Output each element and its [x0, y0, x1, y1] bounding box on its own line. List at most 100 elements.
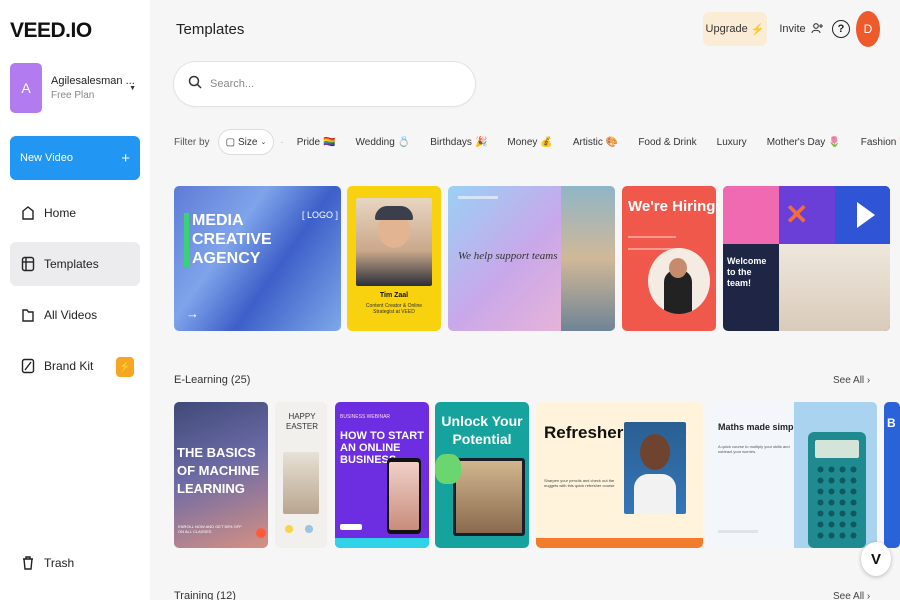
template-text: We help support teams: [458, 250, 558, 262]
sidebar-item-all-videos[interactable]: All Videos: [10, 293, 140, 337]
template-photo: [561, 186, 615, 331]
chip-label: Food & Drink: [638, 136, 697, 148]
chip-label: Luxury: [716, 136, 747, 148]
template-photo: [779, 244, 890, 331]
sidebar-item-label: All Videos: [44, 308, 98, 322]
sidebar-item-label: Brand Kit: [44, 359, 94, 373]
template-title: B: [887, 416, 896, 430]
filter-chip-luxury[interactable]: Luxury: [710, 129, 754, 155]
see-all-label: See All: [833, 375, 865, 386]
search-input[interactable]: [210, 78, 450, 90]
template-title: Unlock Your Potential: [441, 413, 523, 447]
filter-chip-artistic[interactable]: Artistic 🎨: [566, 129, 625, 155]
calculator-image: [808, 432, 866, 548]
color-strip: [536, 538, 703, 548]
person-photo: [648, 248, 710, 314]
size-icon: ▢: [225, 136, 236, 148]
filter-chip-money[interactable]: Money 💰: [500, 129, 559, 155]
laptop-mockup: [453, 458, 525, 536]
workspace-plan: Free Plan: [51, 90, 95, 101]
see-all-training-link[interactable]: See All ›: [833, 591, 870, 600]
template-card-easter[interactable]: HAPPY EASTER: [275, 402, 327, 548]
rainbow-flag-icon: 🏳️‍🌈: [323, 136, 336, 148]
template-card-person-intro[interactable]: Tim Zaal Content Creator & Online Strate…: [347, 186, 441, 331]
decorative-shapes: [283, 522, 319, 536]
sidebar-item-label: Templates: [44, 257, 99, 271]
support-chat-icon[interactable]: V: [861, 542, 891, 576]
size-filter-dropdown[interactable]: ▢ Size ⌄: [217, 129, 275, 155]
template-card-welcome[interactable]: ✕ Welcome to the team!: [723, 186, 890, 331]
workspace-avatar: A: [10, 63, 42, 113]
new-video-label: New Video: [20, 152, 73, 164]
person-photo: [624, 422, 686, 514]
template-card-maths[interactable]: Maths made simple A quick course to mult…: [710, 402, 877, 548]
sidebar-item-home[interactable]: Home: [10, 191, 140, 235]
template-small-text: ENROLL NOW AND GET 50% OFF ON ALL CLASSE…: [178, 524, 242, 534]
cross-shape-icon: ✕: [785, 199, 809, 230]
see-all-elearning-link[interactable]: See All ›: [833, 375, 870, 386]
decorative-line: [458, 196, 498, 199]
lightning-icon: ⚡: [750, 23, 765, 36]
sidebar: VEED.IO A Agilesalesman ... Free Plan ▼ …: [0, 0, 150, 600]
invite-button[interactable]: Invite: [770, 12, 832, 46]
template-small-text: Sharpen your pencils and check out the n…: [544, 478, 615, 488]
size-filter-label: Size: [238, 136, 258, 148]
main-content: Templates Upgrade ⚡ Invite ? D Filter by…: [150, 0, 900, 600]
filter-chip-food-drink[interactable]: Food & Drink: [631, 129, 703, 155]
user-avatar[interactable]: D: [856, 11, 880, 47]
decorative-line: [718, 530, 758, 533]
veed-logo[interactable]: VEED.IO: [10, 19, 92, 43]
filter-chip-pride[interactable]: Pride 🏳️‍🌈: [290, 129, 343, 155]
template-card-unlock-potential[interactable]: Unlock Your Potential: [435, 402, 529, 548]
chevron-down-icon: ⌄: [260, 139, 267, 146]
template-title: We're Hiring: [628, 198, 716, 215]
template-card-hiring[interactable]: We're Hiring: [622, 186, 716, 331]
arrow-right-icon: →: [186, 306, 199, 321]
chip-label: Wedding: [355, 136, 395, 148]
workspace-name: Agilesalesman ...: [51, 75, 135, 87]
template-title: Maths made simple: [718, 422, 802, 432]
filter-chip-wedding[interactable]: Wedding 💍: [349, 129, 418, 155]
chip-label: Money: [507, 136, 538, 148]
plus-icon: +: [121, 149, 130, 167]
sidebar-item-label: Home: [44, 206, 77, 220]
template-card-partial[interactable]: B: [884, 402, 900, 548]
see-all-label: See All: [833, 591, 865, 600]
sidebar-item-label: Trash: [44, 556, 75, 570]
template-card-machine-learning[interactable]: THE BASICS OF MACHINE LEARNING ENROLL NO…: [174, 402, 268, 548]
accent-bar: [184, 213, 189, 267]
palette-icon: 🎨: [605, 136, 619, 148]
sidebar-item-trash[interactable]: Trash: [10, 541, 140, 585]
logo-placeholder: [ LOGO ]: [302, 210, 339, 220]
section-title-training: Training (12): [174, 590, 236, 600]
workspace-switcher[interactable]: A Agilesalesman ... Free Plan ▼: [10, 63, 140, 113]
template-small-text: A quick course to multiply your skills a…: [718, 444, 790, 454]
filter-chip-birthdays[interactable]: Birthdays 🎉: [423, 129, 494, 155]
color-block: [723, 186, 779, 244]
template-title: MEDIA CREATIVE AGENCY: [192, 212, 272, 267]
play-icon: [835, 186, 890, 244]
page-title: Templates: [176, 21, 245, 38]
template-card-refresher-course[interactable]: Refresher Course Sharpen your pencils an…: [536, 402, 703, 548]
sidebar-item-templates[interactable]: Templates: [10, 242, 140, 286]
chip-label: Pride: [296, 136, 321, 148]
filter-chip-fashion[interactable]: Fashion✏️: [854, 129, 900, 155]
template-card-business-webinar[interactable]: BUSINESS WEBINAR HOW TO START AN ONLINE …: [335, 402, 429, 548]
template-photo: [283, 452, 319, 514]
person-photo: [356, 198, 432, 286]
upgrade-button[interactable]: Upgrade ⚡: [703, 12, 767, 46]
upgrade-label: Upgrade: [705, 23, 748, 35]
caret-down-icon: ▼: [129, 85, 136, 92]
chip-label: Fashion: [860, 136, 897, 148]
new-video-button[interactable]: New Video +: [10, 136, 140, 180]
invite-label: Invite: [779, 23, 806, 35]
sidebar-item-brand-kit[interactable]: Brand Kit ⚡: [10, 344, 140, 388]
template-card-media-agency[interactable]: MEDIA CREATIVE AGENCY [ LOGO ] →: [174, 186, 341, 331]
help-icon[interactable]: ?: [832, 20, 850, 38]
search-bar[interactable]: [174, 62, 475, 106]
template-card-support-teams[interactable]: We help support teams: [448, 186, 615, 331]
filter-chip-mothers-day[interactable]: Mother's Day 🌷: [760, 129, 848, 155]
home-icon: [18, 203, 38, 223]
separator: ·: [280, 136, 284, 148]
template-text: Welcome to the team!: [727, 256, 767, 288]
